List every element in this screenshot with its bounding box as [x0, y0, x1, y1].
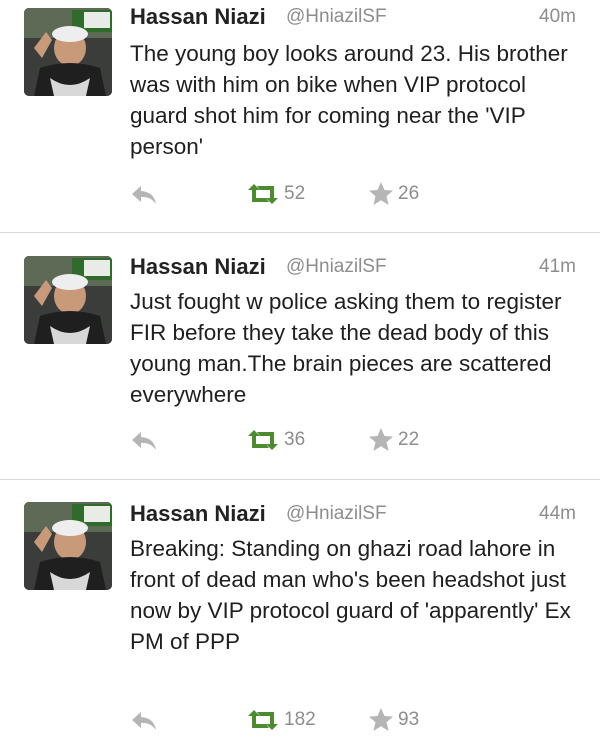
reply-icon: [132, 432, 156, 450]
retweet-icon: [248, 430, 278, 450]
avatar[interactable]: [24, 256, 112, 344]
favorite-count: 22: [398, 429, 420, 450]
tweet-header: Hassan Niazi @HniazilSF 40m: [130, 4, 576, 34]
favorite-button[interactable]: 26: [368, 180, 419, 208]
timestamp[interactable]: 40m: [539, 6, 576, 28]
retweet-count: 182: [284, 709, 316, 730]
favorite-count: 26: [398, 183, 420, 204]
tweet-actions: 52 26: [0, 180, 600, 210]
avatar[interactable]: [24, 8, 112, 96]
reply-icon: [132, 712, 156, 730]
retweet-button[interactable]: 52: [246, 180, 305, 208]
user-handle[interactable]: @HniazilSF: [286, 503, 387, 525]
reply-icon: [132, 186, 156, 204]
reply-button[interactable]: [130, 430, 158, 452]
user-handle[interactable]: @HniazilSF: [286, 256, 387, 278]
timestamp[interactable]: 44m: [539, 503, 576, 525]
tweet-timeline: Hassan Niazi @HniazilSF 40m The young bo…: [0, 0, 600, 739]
reply-button[interactable]: [130, 184, 158, 206]
star-icon: [369, 428, 393, 451]
retweet-icon: [248, 710, 278, 730]
star-icon: [369, 708, 393, 731]
retweet-icon: [248, 184, 278, 204]
avatar[interactable]: [24, 502, 112, 590]
user-handle[interactable]: @HniazilSF: [286, 6, 387, 28]
timestamp[interactable]: 41m: [539, 256, 576, 278]
retweet-count: 36: [284, 429, 306, 450]
retweet-button[interactable]: 36: [246, 426, 305, 454]
tweet-text: Just fought w police asking them to regi…: [130, 289, 562, 407]
tweet-actions: 36 22: [0, 426, 600, 456]
tweet-header: Hassan Niazi @HniazilSF 41m: [130, 254, 576, 284]
retweet-button[interactable]: 182: [246, 706, 316, 734]
favorite-count: 93: [398, 709, 420, 730]
display-name[interactable]: Hassan Niazi: [130, 501, 266, 527]
display-name[interactable]: Hassan Niazi: [130, 4, 266, 30]
favorite-button[interactable]: 22: [368, 426, 419, 454]
tweet-actions: 182 93: [0, 706, 600, 736]
display-name[interactable]: Hassan Niazi: [130, 254, 266, 280]
favorite-button[interactable]: 93: [368, 706, 419, 734]
tweet-text: Breaking: Standing on ghazi road lahore …: [130, 536, 571, 654]
star-icon: [369, 182, 393, 205]
retweet-count: 52: [284, 183, 306, 204]
tweet-card[interactable]: Hassan Niazi @HniazilSF 40m The young bo…: [0, 0, 600, 232]
tweet-header: Hassan Niazi @HniazilSF 44m: [130, 501, 576, 531]
tweet-text: The young boy looks around 23. His broth…: [130, 41, 568, 159]
reply-button[interactable]: [130, 710, 158, 732]
